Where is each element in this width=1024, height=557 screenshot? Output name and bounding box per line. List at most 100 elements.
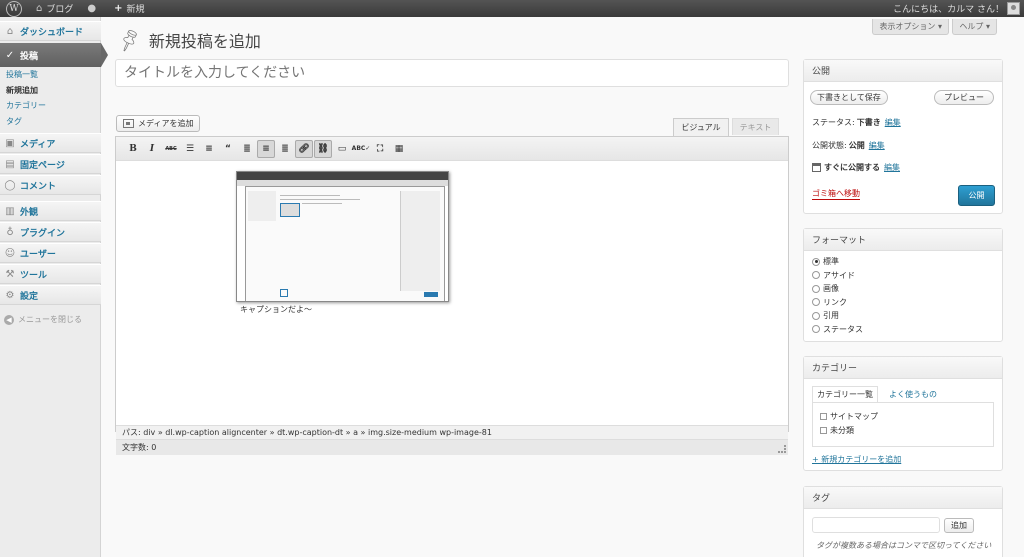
post-editor: B I ABC ☰ ≡ “ ≣ ≡ ≣ 🔗︎ ⛓︎ ▭ ABC✓ ⛶ ▦ キャプ… [115,136,789,455]
edit-schedule-link[interactable]: 編集 [884,162,900,173]
publish-box: 公開 下書きとして保存 プレビュー ステータス: 下書き 編集 公開状態: 公開… [803,59,1003,214]
status-row: ステータス: 下書き 編集 [812,117,901,128]
edit-status-link[interactable]: 編集 [885,117,901,128]
align-center-icon[interactable]: ≡ [257,139,275,158]
sidebar-item-media[interactable]: ▣ メディア [0,133,101,153]
post-title-input[interactable] [115,59,789,87]
fullscreen-icon[interactable]: ⛶ [371,140,389,158]
edit-visibility-link[interactable]: 編集 [869,140,885,151]
tab-visual[interactable]: ビジュアル [673,118,729,136]
strikethrough-icon[interactable]: ABC [162,140,180,158]
sidebar-item-label: メディア [20,139,56,150]
save-draft-button[interactable]: 下書きとして保存 [810,90,888,105]
sidebar-item-dashboard[interactable]: ⌂ ダッシュボード [0,21,101,41]
bullet-list-icon[interactable]: ☰ [181,140,199,158]
media-icon: ▣ [5,137,15,149]
home-icon: ⌂ [36,3,43,14]
new-content-link[interactable]: + 新規 [114,2,144,15]
format-box-title[interactable]: フォーマット [804,229,1002,251]
sidebar-item-settings[interactable]: ⚙ 設定 [0,285,101,305]
tab-text[interactable]: テキスト [732,118,779,135]
sidebar-item-posts[interactable]: ✓ 投稿 [0,43,108,67]
pushpin-icon: 📌︎ [115,26,144,54]
collapse-menu[interactable]: ◀ メニューを閉じる [4,314,82,325]
sidebar-item-tools[interactable]: ⚒ ツール [0,264,101,284]
screen-options-tab[interactable]: 表示オプション ▾ [872,19,949,35]
admin-bar: W ⌂ ブログ ● + 新規 こんにちは、カルマ さん！ [0,0,1024,17]
kitchen-sink-icon[interactable]: ▦ [390,140,408,158]
resize-handle-icon[interactable] [778,445,786,453]
page-title-text: 新規投稿を追加 [148,32,261,51]
sidebar-item-label: 投稿 [20,51,39,62]
preview-button[interactable]: プレビュー [934,90,994,105]
radio-icon [812,325,820,333]
tools-icon: ⚒ [5,268,15,280]
sidebar-item-label: 設定 [20,291,39,302]
sidebar-item-label: ツール [20,270,48,281]
blockquote-icon[interactable]: “ [219,140,237,158]
category-item[interactable]: 未分類 [820,425,854,436]
category-box-title[interactable]: カテゴリー [804,357,1002,379]
settings-icon: ⚙ [5,289,15,301]
sidebar-item-label: コメント [20,181,57,192]
submenu-all-posts[interactable]: 投稿一覧 [0,67,101,83]
add-tag-button[interactable]: 追加 [944,518,974,533]
submenu-tags[interactable]: タグ [0,114,101,130]
remove-link-icon[interactable]: ⛓︎ [314,139,332,158]
comment-icon: ◯ [4,179,16,191]
format-option-status[interactable]: ステータス [812,324,863,335]
move-to-trash-link[interactable]: ゴミ箱へ移動 [812,188,860,200]
tag-input[interactable] [812,517,940,533]
page-icon: ▤ [5,158,15,170]
users-icon: ☺ [4,247,16,259]
sidebar-item-pages[interactable]: ▤ 固定ページ [0,154,101,174]
sidebar-item-label: 固定ページ [20,160,65,171]
help-tab[interactable]: ヘルプ ▾ [952,19,997,35]
sidebar-item-plugins[interactable]: ♁ プラグイン [0,222,101,242]
spellcheck-icon[interactable]: ABC✓ [352,140,371,158]
sidebar-item-appearance[interactable]: ▥ 外観 [0,201,101,221]
add-new-category-link[interactable]: + 新規カテゴリーを追加 [812,454,901,465]
tab-popular-categories[interactable]: よく使うもの [887,386,939,402]
word-count-text: 文字数: 0 [122,443,157,452]
format-option-standard[interactable]: 標準 [812,256,839,267]
format-option-image[interactable]: 画像 [812,283,839,294]
plugin-icon: ♁ [6,226,14,238]
posts-submenu: 投稿一覧 新規追加 カテゴリー タグ [0,67,101,129]
inserted-image[interactable] [236,171,449,302]
visibility-row: 公開状態: 公開 編集 [812,140,885,151]
submenu-categories[interactable]: カテゴリー [0,98,101,114]
align-left-icon[interactable]: ≣ [238,140,256,158]
more-tag-icon[interactable]: ▭ [333,140,351,158]
format-option-quote[interactable]: 引用 [812,310,839,321]
editor-content[interactable]: キャプションだよ〜 パス: div » dl.wp-caption alignc… [116,161,788,455]
collapse-arrow-icon: ◀ [4,314,14,325]
italic-icon[interactable]: I [143,140,161,158]
wordpress-logo-icon[interactable]: W [6,0,22,17]
greeting[interactable]: こんにちは、カルマ さん！ [893,2,1004,15]
submenu-add-new[interactable]: 新規追加 [0,83,101,99]
sidebar-item-users[interactable]: ☺ ユーザー [0,243,101,263]
radio-selected-icon [812,257,820,266]
add-media-button[interactable]: メディアを追加 [116,115,201,132]
numbered-list-icon[interactable]: ≡ [200,140,218,158]
sidebar-item-comments[interactable]: ◯ コメント [0,175,101,195]
tab-all-categories[interactable]: カテゴリー一覧 [812,386,878,402]
format-option-aside[interactable]: アサイド [812,270,855,281]
category-checklist: サイトマップ 未分類 [812,402,994,447]
avatar[interactable] [1007,2,1020,15]
site-name-link[interactable]: ⌂ ブログ [36,2,73,15]
tags-box-title[interactable]: タグ [804,487,1002,509]
visibility-value: 公開 [848,141,865,150]
category-item[interactable]: サイトマップ [820,411,878,422]
align-right-icon[interactable]: ≣ [276,140,294,158]
insert-link-icon[interactable]: 🔗︎ [295,139,313,158]
category-label: サイトマップ [830,412,878,421]
bold-icon[interactable]: B [124,140,142,158]
publish-box-title[interactable]: 公開 [804,60,1002,82]
publish-button[interactable]: 公開 [958,185,995,206]
tag-help-text: タグが複数ある場合はコンマで区切ってください [816,541,992,550]
page-title: 📌︎ 新規投稿を追加 [115,26,261,54]
comments-link[interactable]: ● [87,3,100,14]
format-option-link[interactable]: リンク [812,297,847,308]
